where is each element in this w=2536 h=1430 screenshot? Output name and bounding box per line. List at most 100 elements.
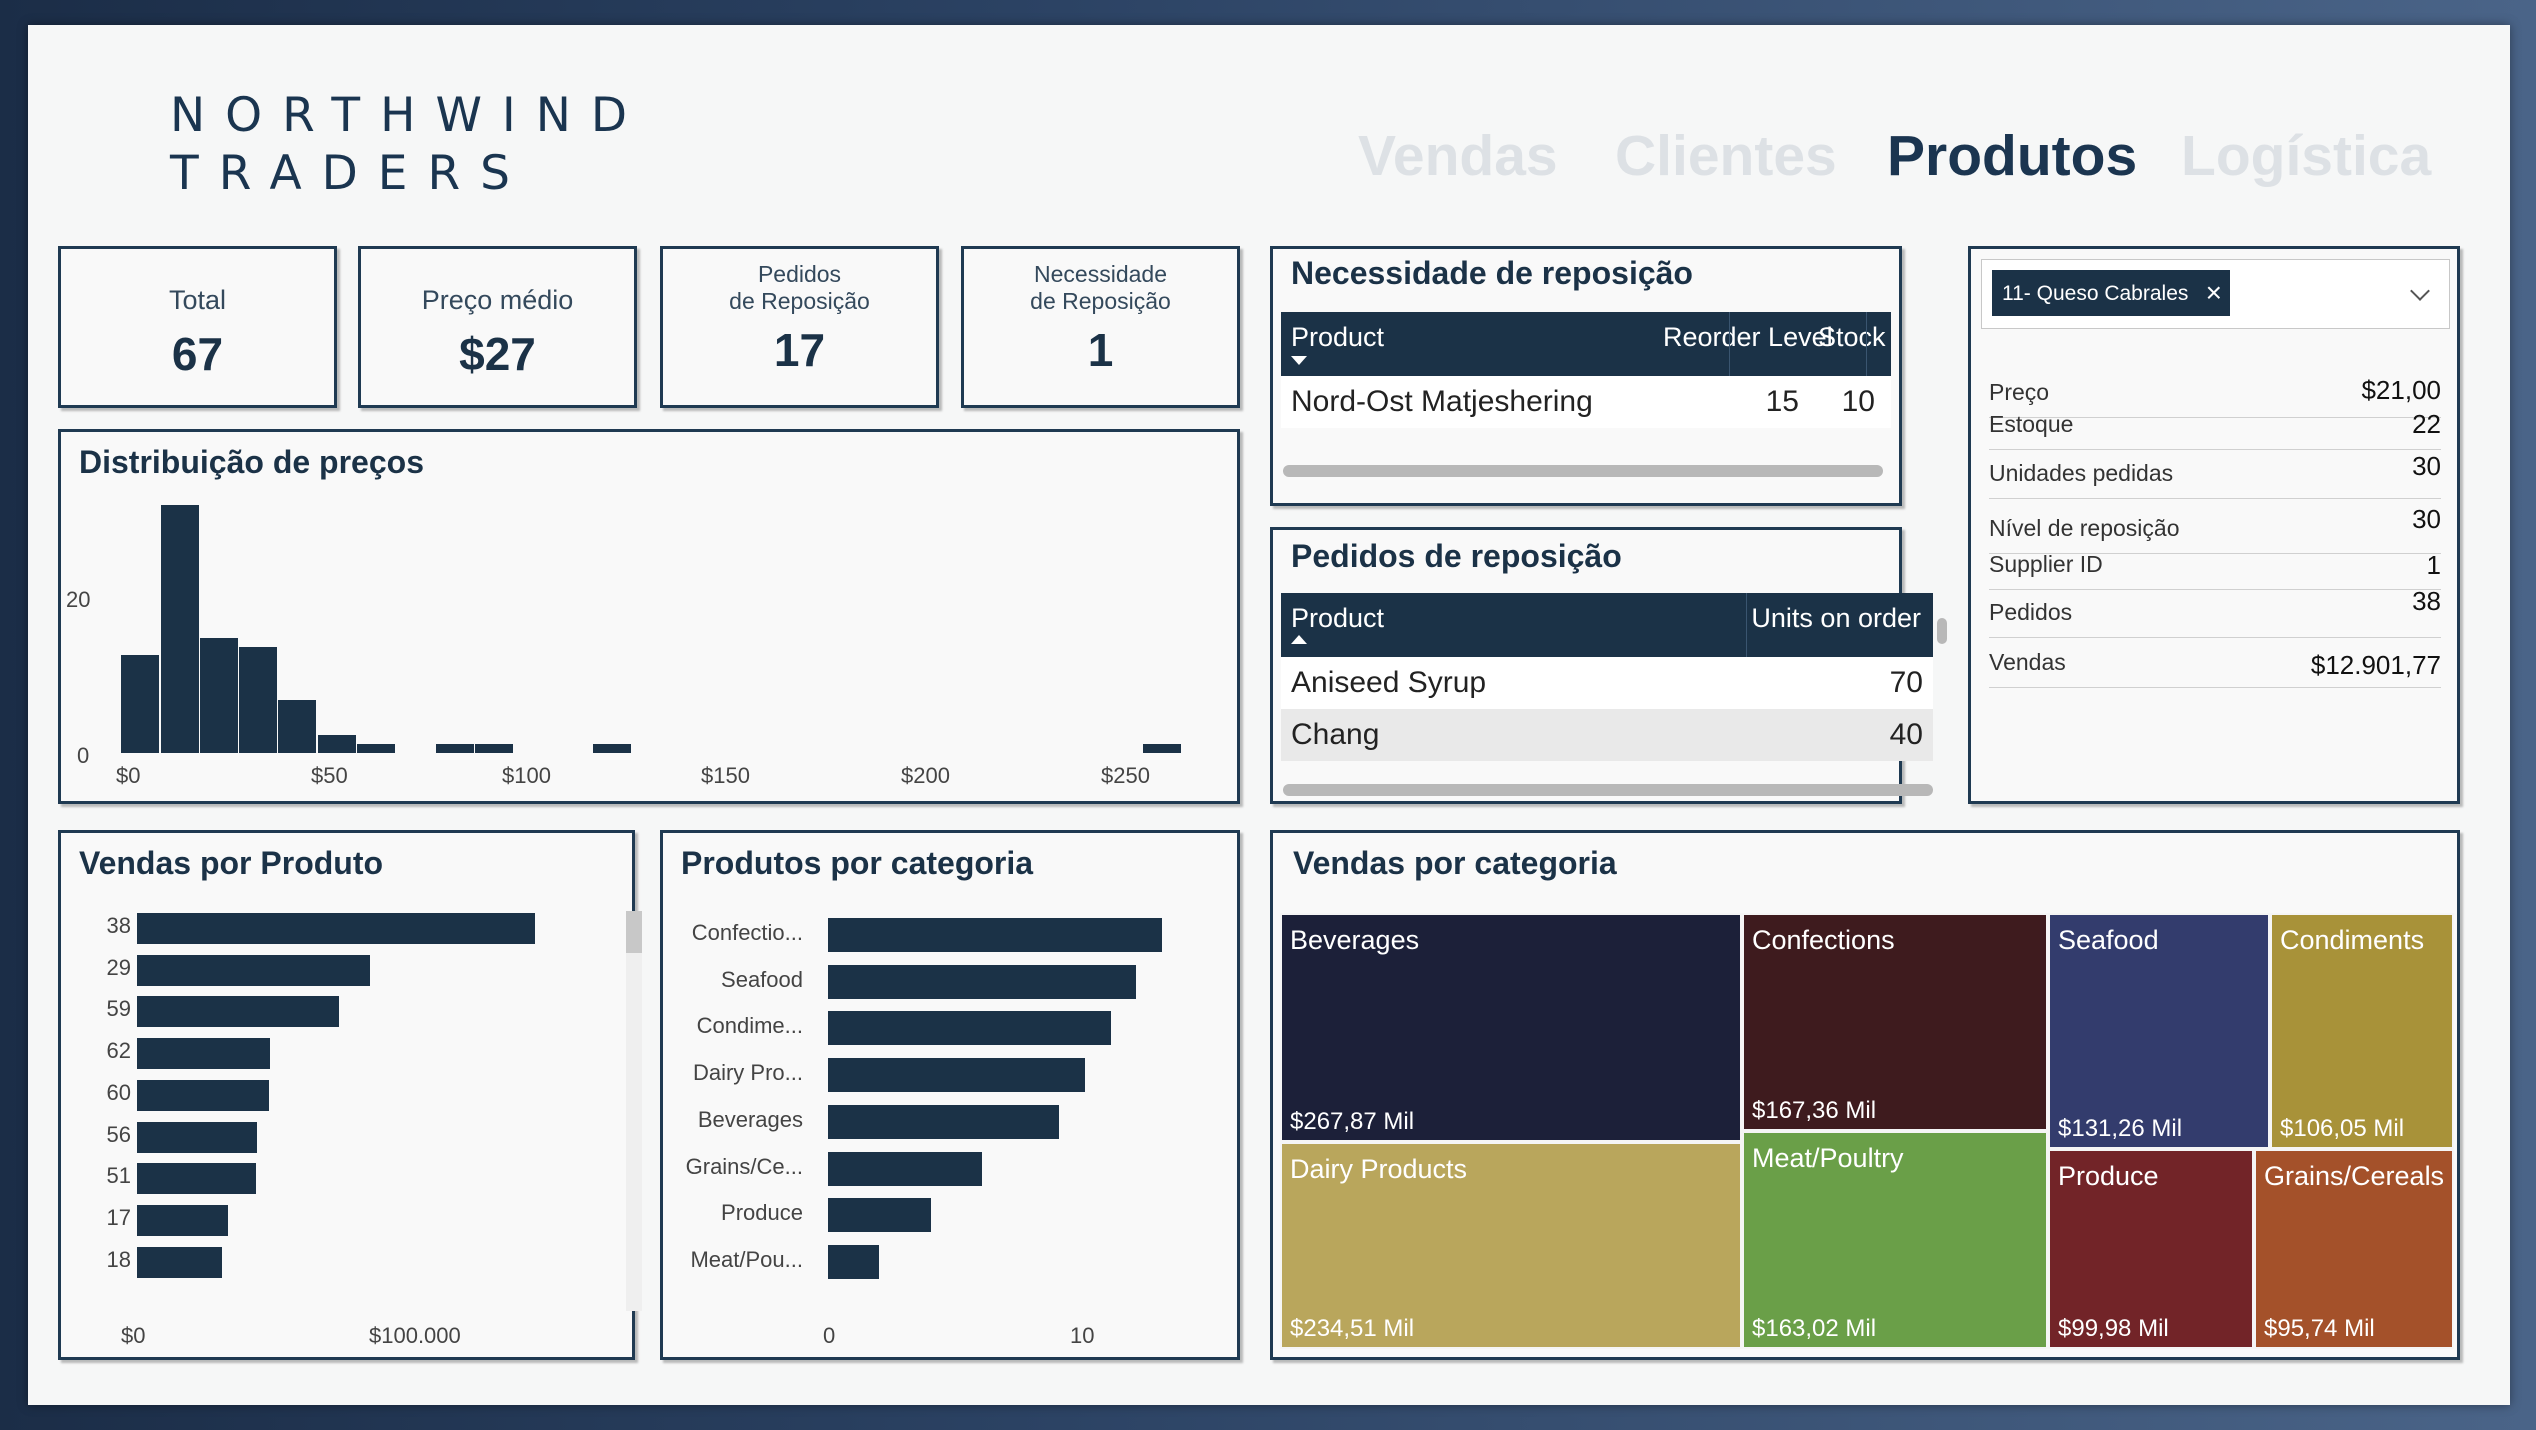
close-icon[interactable]: × [2206, 277, 2222, 309]
category-bar[interactable] [828, 1104, 1060, 1139]
category-label: Confectio... [691, 920, 803, 945]
horizontal-scrollbar[interactable] [1283, 465, 1883, 477]
price-histogram [101, 487, 1201, 753]
treemap-tile-name: Grains/Cereals [2264, 1161, 2445, 1191]
category-bar[interactable] [828, 1151, 983, 1186]
histogram-bar[interactable] [435, 744, 474, 753]
vertical-scrollbar[interactable] [1937, 618, 1947, 644]
treemap-tile[interactable]: Produce $99,98 Mil [2048, 1149, 2254, 1349]
kpi-reorder-need-label-1: Necessidade [1034, 261, 1167, 287]
treemap-tile[interactable]: Confections $167,36 Mil [1742, 913, 2048, 1131]
reorder-orders-card: Pedidos de reposição Product Units on or… [1270, 527, 1947, 804]
category-bar[interactable] [137, 1246, 222, 1278]
kpi-reorder-orders-value: 17 [773, 324, 826, 376]
detail-value: 30 [2412, 451, 2441, 481]
category-label: Seafood [721, 966, 803, 992]
detail-value: $21,00 [2361, 375, 2441, 405]
x-tick-label: $50 [311, 763, 348, 788]
treemap-tile-name: Confections [1752, 925, 1895, 955]
products-by-category-card: Produtos por categoria Confectio... Seafo… [660, 830, 1240, 1360]
x-tick-label: $0 [121, 1323, 146, 1348]
product-detail-fields: Preço $21,00 Estoque 22 Unidades pedidas 30 Ní… [1971, 359, 2461, 789]
category-bar[interactable] [828, 1244, 880, 1279]
category-bar[interactable] [828, 1198, 931, 1233]
detail-label: Pedidos [1989, 599, 2073, 625]
histogram-bar[interactable] [199, 637, 238, 753]
treemap-tile[interactable]: Seafood $131,26 Mil [2048, 913, 2270, 1149]
treemap-tile[interactable]: Meat/Poultry $163,02 Mil [1742, 1131, 2048, 1349]
product-detail-card: 11- Queso Cabrales × Preço $21,00 Estoque 2… [1968, 246, 2460, 804]
kpi-avg-price-card: Preço médio $27 [358, 246, 637, 408]
histogram-bar[interactable] [121, 655, 160, 753]
price-distribution-title: Distribuição de preços [79, 444, 424, 480]
table-row[interactable]: Nord-Ost Matjeshering 15 10 [1281, 376, 1891, 428]
x-tick-label: $100.000 [369, 1323, 461, 1348]
category-label: 62 [106, 1038, 131, 1064]
table-row[interactable]: Chang 40 [1281, 709, 1933, 761]
nav-tab-logistica[interactable]: Logística [2181, 123, 2431, 189]
table-row[interactable]: Aniseed Syrup 70 [1281, 657, 1933, 709]
kpi-reorder-need-label-2: de Reposição [1030, 288, 1171, 314]
category-label: 60 [106, 1079, 131, 1105]
column-product-header[interactable]: Product [1291, 603, 1384, 634]
column-reorder-level-header[interactable]: Reorder Level [1663, 322, 1833, 353]
histogram-bar[interactable] [474, 744, 513, 753]
category-bar[interactable] [828, 1058, 1085, 1093]
chevron-down-icon[interactable] [2410, 281, 2430, 301]
category-bar[interactable] [137, 1079, 269, 1111]
cell-units: 40 [1889, 718, 1923, 751]
histogram-bar[interactable] [278, 699, 317, 753]
horizontal-scrollbar[interactable] [1283, 784, 1933, 796]
vertical-scrollbar-track[interactable] [626, 911, 642, 1311]
nav-tab-produtos[interactable]: Produtos [1887, 123, 2137, 189]
nav-tab-clientes[interactable]: Clientes [1615, 123, 1837, 189]
column-product-header[interactable]: Product [1291, 322, 1384, 353]
detail-value: 1 [2426, 550, 2441, 580]
column-divider [1866, 312, 1867, 376]
category-bar[interactable] [828, 964, 1137, 999]
category-bar[interactable] [137, 996, 340, 1028]
nav-tab-vendas[interactable]: Vendas [1358, 123, 1558, 189]
treemap-tile[interactable]: Dairy Products $234,51 Mil [1280, 1142, 1742, 1349]
sales-by-product-chart: 38 29 59 62 60 56 51 17 18 [61, 913, 601, 1293]
treemap-tile-value: $167,36 Mil [1752, 1097, 1877, 1124]
detail-label: Estoque [1989, 411, 2074, 437]
kpi-reorder-orders-card: Pedidos de Reposição 17 [660, 246, 939, 408]
reorder-need-card: Necessidade de reposição Product Reorder… [1270, 246, 1902, 506]
category-bar[interactable] [137, 954, 370, 986]
column-stock-header[interactable]: Stock [1818, 322, 1886, 353]
sort-descending-icon[interactable] [1291, 356, 1307, 365]
column-units-header[interactable]: Units on order [1751, 603, 1921, 634]
histogram-bar[interactable] [317, 735, 356, 753]
category-bar[interactable] [137, 1163, 256, 1195]
treemap-tile[interactable]: Grains/Cereals $95,74 Mil [2254, 1149, 2454, 1349]
treemap-tile[interactable]: Beverages $267,87 Mil [1280, 913, 1742, 1142]
reorder-need-header: Product Reorder Level Stock [1281, 312, 1891, 376]
category-bar[interactable] [137, 913, 535, 944]
histogram-bar[interactable] [239, 646, 278, 753]
histogram-bar[interactable] [592, 744, 631, 753]
histogram-bar[interactable] [357, 744, 395, 753]
detail-label: Unidades pedidas [1989, 460, 2174, 486]
x-tick-label: 10 [1070, 1323, 1095, 1348]
treemap-tile-name: Beverages [1290, 925, 1420, 955]
category-bar[interactable] [137, 1038, 270, 1070]
treemap-tile[interactable]: Condiments $106,05 Mil [2270, 913, 2454, 1149]
product-slicer-dropdown[interactable]: 11- Queso Cabrales × [1981, 259, 2450, 329]
category-bar[interactable] [828, 918, 1162, 952]
detail-divider [1989, 498, 2441, 499]
y-tick-label: 0 [77, 743, 90, 768]
category-bar[interactable] [137, 1121, 257, 1153]
category-label: Produce [721, 1200, 803, 1226]
kpi-avg-price-label: Preço médio [421, 285, 574, 315]
category-label: 59 [106, 996, 131, 1022]
sales-by-product-card: Vendas por Produto 38 29 59 62 60 56 51 17 18 $0… [58, 830, 642, 1360]
category-bar[interactable] [137, 1204, 228, 1236]
sort-ascending-icon[interactable] [1291, 635, 1307, 644]
category-bar[interactable] [828, 1011, 1111, 1046]
histogram-bar[interactable] [1142, 744, 1181, 753]
products-by-category-title: Produtos por categoria [681, 845, 1034, 881]
histogram-bar[interactable] [160, 504, 199, 753]
selected-product-chip[interactable]: 11- Queso Cabrales × [1992, 270, 2230, 316]
vertical-scrollbar-thumb[interactable] [626, 911, 642, 953]
